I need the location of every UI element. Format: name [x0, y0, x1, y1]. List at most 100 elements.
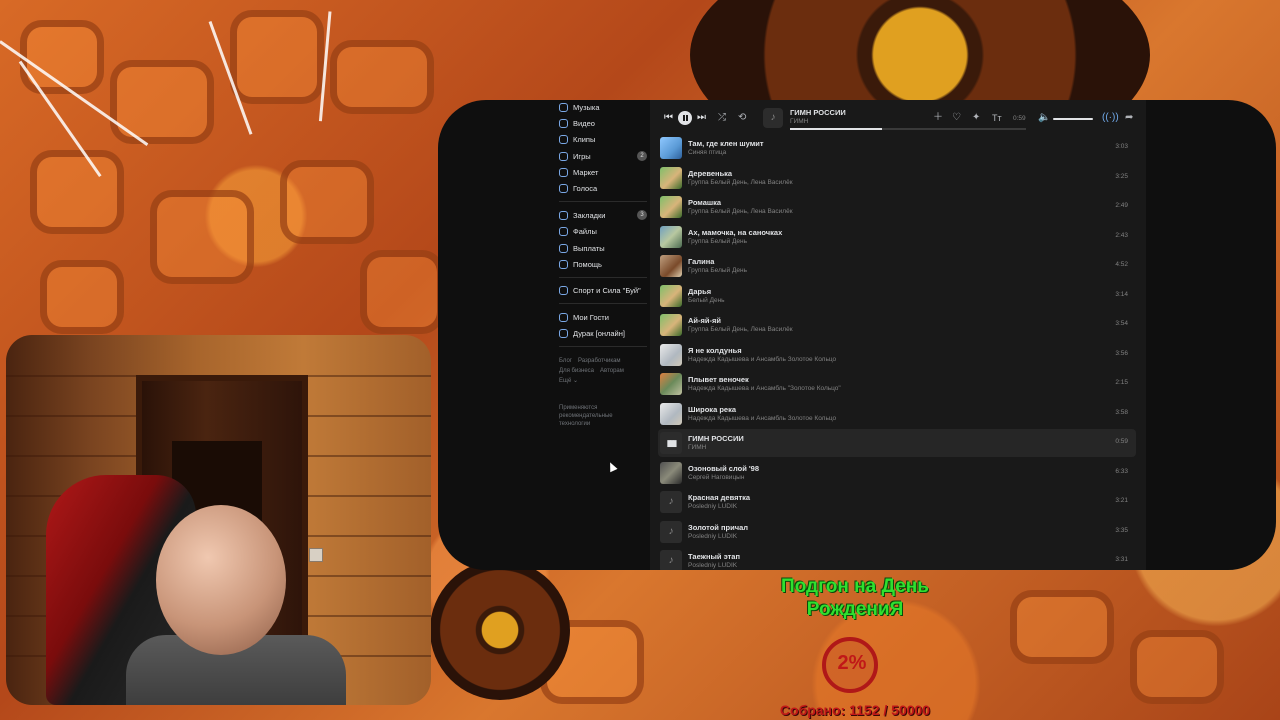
track-duration: 3:14	[1115, 290, 1128, 298]
track-row[interactable]: Широка река Надежда Кадышева и Ансамбль З…	[658, 400, 1136, 428]
track-artist[interactable]: Группа Белый День	[688, 238, 747, 245]
sparkle-icon[interactable]: ✦	[972, 112, 980, 124]
repeat-icon[interactable]: ⟲	[738, 112, 746, 124]
track-artist[interactable]: Группа Белый День	[688, 267, 747, 274]
track-artist[interactable]: Группа Белый День, Лена Василёк	[688, 179, 793, 186]
track-cover	[660, 255, 682, 277]
track-artist[interactable]: ГИМН	[688, 444, 706, 451]
pause-button[interactable]	[678, 111, 692, 125]
gamepad-icon	[559, 328, 568, 338]
track-title: Плывет веночек	[688, 375, 749, 384]
track-row[interactable]: Ай-яй-яй Группа Белый День, Лена Василёк 3…	[658, 311, 1136, 339]
track-title: Там, где клен шумит	[688, 139, 764, 148]
track-cover	[660, 166, 682, 189]
track-artist[interactable]: Надежда Кадышева и Ансамбль Золотое Коль…	[688, 415, 836, 422]
now-playing-artist[interactable]: ГИМН	[790, 118, 808, 125]
track-duration: 3:35	[1115, 526, 1128, 534]
track-row[interactable]: Озоновый слой '98 Сергей Наговицын 6:33	[658, 459, 1136, 487]
votes-icon	[559, 183, 568, 193]
footer-link-more[interactable]: Ещё ⌄	[559, 378, 578, 384]
track-artist[interactable]: Белый День	[688, 297, 725, 304]
track-cover	[660, 402, 682, 425]
broadcast-icon[interactable]: ((·))	[1102, 112, 1119, 124]
sidebar-item-video[interactable]: Видео	[559, 116, 647, 130]
music-note-icon: ♪	[660, 550, 682, 570]
left-sidebar: Музыка Видео Клипы Игры 2 Маркет Голоса …	[553, 100, 648, 570]
sidebar-item-payments[interactable]: Выплаты	[559, 241, 647, 255]
sidebar-item-label: Помощь	[573, 259, 602, 269]
track-artist[interactable]: Группа Белый День, Лена Василёк	[688, 208, 793, 215]
track-duration: 3:25	[1115, 172, 1128, 180]
track-row[interactable]: Ромашка Группа Белый День, Лена Василёк 2:…	[658, 193, 1136, 221]
light-switch	[309, 548, 323, 562]
next-track-icon[interactable]: ⏭	[697, 112, 706, 124]
track-row[interactable]: ♪ Красная девятка Posledniy LUDIK 3:21	[658, 488, 1136, 516]
volume-slider[interactable]	[1053, 118, 1093, 120]
track-duration: 3:54	[1115, 320, 1128, 327]
track-row[interactable]: Там, где клен шумит Синяя птица 3:03	[658, 134, 1136, 162]
sidebar-item-bookmarks[interactable]: Закладки 3	[559, 208, 647, 222]
screen-capture-window: Музыка Видео Клипы Игры 2 Маркет Голоса …	[438, 100, 1276, 570]
track-row[interactable]: Плывет веночек Надежда Кадышева и Ансамбл…	[658, 370, 1136, 398]
payments-icon	[559, 243, 568, 253]
recommendation-note: Применяются рекомендательные технологии	[559, 405, 613, 427]
sidebar-divider	[559, 303, 647, 304]
sidebar-item-files[interactable]: Файлы	[559, 224, 647, 238]
track-row[interactable]: ▮▮▮ ГИМН РОССИИ ГИМН 0:59	[658, 429, 1136, 457]
files-icon	[559, 226, 568, 236]
sidebar-item-label: Дурак [онлайн]	[573, 328, 625, 338]
track-artist[interactable]: Надежда Кадышева и Ансамбль "Золотое Кол…	[688, 385, 841, 392]
track-cover	[660, 225, 682, 248]
track-row[interactable]: Деревенька Группа Белый День, Лена Василё…	[658, 164, 1136, 192]
sidebar-item-label: Маркет	[573, 167, 599, 177]
share-icon[interactable]: ➦	[1125, 112, 1133, 124]
sidebar-item-votes[interactable]: Голоса	[559, 181, 647, 195]
track-row[interactable]: ♪ Таежный этап Posledniy LUDIK 3:31	[658, 547, 1136, 570]
sidebar-divider	[559, 346, 647, 347]
track-artist[interactable]: Posledniy LUDIK	[688, 503, 737, 510]
sidebar-item-market[interactable]: Маркет	[559, 165, 647, 179]
track-cover	[660, 314, 682, 336]
track-row[interactable]: Ах, мамочка, на саночках Группа Белый Ден…	[658, 223, 1136, 251]
track-title: Галина	[688, 257, 715, 266]
bookmark-icon	[559, 210, 568, 220]
track-artist[interactable]: Надежда Кадышева и Ансамбль Золотое Коль…	[688, 356, 836, 363]
footer-link-business[interactable]: Для бизнеса	[559, 368, 594, 374]
track-artist[interactable]: Posledniy LUDIK	[688, 562, 737, 569]
footer-link-blog[interactable]: Блог	[559, 358, 572, 364]
sidebar-item-label: Видео	[573, 118, 595, 128]
footer-link-authors[interactable]: Авторам	[600, 368, 624, 374]
music-note-icon: ♪	[660, 520, 682, 543]
sidebar-item-help[interactable]: Помощь	[559, 257, 647, 271]
music-main-panel: ⏮ ⏭ ⤮ ⟲ ♪ ГИМН РОССИИ ГИМН ＋ ♡ ✦ Tт 0:59…	[650, 100, 1146, 570]
track-title: Таежный этап	[688, 552, 741, 561]
track-artist[interactable]: Синяя птица	[688, 149, 726, 156]
sidebar-item-label: Выплаты	[573, 243, 605, 253]
sidebar-item-clips[interactable]: Клипы	[559, 132, 647, 146]
sidebar-item-durak[interactable]: Дурак [онлайн]	[559, 326, 647, 340]
footer-link-developers[interactable]: Разработчикам	[578, 358, 621, 364]
playback-progress-bar[interactable]	[790, 128, 1026, 130]
track-artist[interactable]: Сергей Наговицын	[688, 474, 744, 481]
track-artist[interactable]: Posledniy LUDIK	[688, 533, 737, 540]
track-title: Золотой причал	[688, 522, 749, 532]
track-row[interactable]: Я не колдунья Надежда Кадышева и Ансамбль…	[658, 341, 1136, 369]
track-row[interactable]: Дарья Белый День 3:14	[658, 282, 1136, 310]
sidebar-item-guests[interactable]: Мои Гости	[559, 310, 647, 324]
streamer-head	[156, 505, 286, 655]
track-row[interactable]: Галина Группа Белый День 4:52	[658, 252, 1136, 280]
previous-track-icon[interactable]: ⏮	[664, 112, 673, 124]
sidebar-item-community[interactable]: Спорт и Сила "Буй"	[559, 283, 647, 297]
sidebar-item-music[interactable]: Музыка	[559, 100, 647, 114]
music-note-icon: ♪	[660, 491, 682, 513]
sidebar-item-label: Игры	[573, 151, 591, 161]
track-row[interactable]: ♪ Золотой причал Posledniy LUDIK 3:35	[658, 518, 1136, 546]
shuffle-icon[interactable]: ⤮	[718, 112, 726, 124]
track-artist[interactable]: Группа Белый День, Лена Василёк	[688, 326, 793, 333]
volume-icon[interactable]: 🔈	[1038, 112, 1050, 124]
dislike-icon[interactable]: ♡	[952, 112, 961, 124]
lyrics-icon[interactable]: Tт	[992, 112, 1002, 124]
track-cover	[660, 196, 682, 218]
add-icon[interactable]: ＋	[933, 112, 943, 124]
sidebar-item-games[interactable]: Игры 2	[559, 149, 647, 163]
